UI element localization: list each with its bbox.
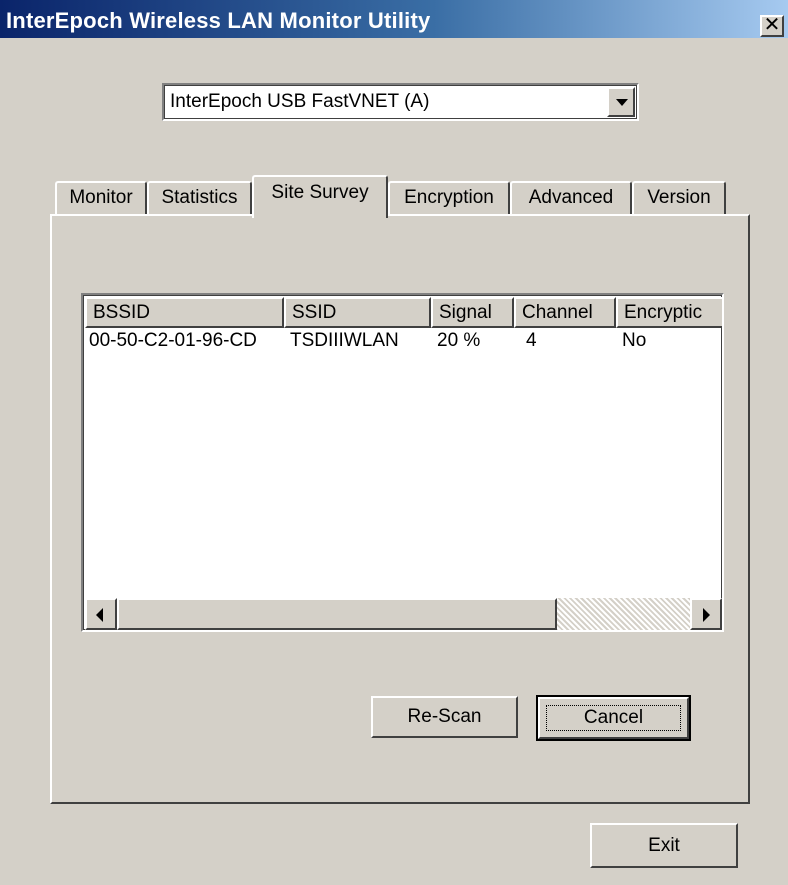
cell-channel: 4	[526, 330, 537, 351]
cancel-button[interactable]: Cancel	[536, 695, 691, 741]
cell-ssid: TSDIIIWLAN	[290, 330, 399, 351]
tab-label: Site Survey	[271, 182, 369, 203]
tab-label: Advanced	[528, 187, 614, 208]
table-row[interactable]: 00-50-C2-01-96-CD TSDIIIWLAN 20 % 4 No	[85, 330, 722, 356]
column-header-ssid[interactable]: SSID	[284, 297, 431, 328]
chevron-down-icon	[616, 99, 628, 106]
exit-button-label: Exit	[648, 834, 680, 856]
site-survey-list[interactable]: BSSID SSID Signal Channel Encryptic 00-5…	[81, 293, 724, 632]
tab-monitor[interactable]: Monitor	[55, 181, 147, 214]
adapter-dropdown-button[interactable]	[607, 87, 635, 117]
adapter-select-value: InterEpoch USB FastVNET (A)	[170, 91, 430, 112]
tab-label: Version	[647, 187, 711, 208]
rescan-button[interactable]: Re-Scan	[371, 696, 518, 738]
title-bar: InterEpoch Wireless LAN Monitor Utility …	[0, 0, 788, 38]
tab-site-survey[interactable]: Site Survey	[252, 175, 388, 218]
tab-statistics[interactable]: Statistics	[147, 181, 252, 214]
scroll-left-button[interactable]	[85, 598, 117, 630]
cancel-button-label: Cancel	[583, 707, 644, 728]
close-icon: ✕	[763, 14, 781, 36]
tab-advanced[interactable]: Advanced	[510, 181, 632, 214]
scrollbar-thumb[interactable]	[117, 598, 557, 630]
tab-label: Statistics	[161, 187, 238, 208]
cell-signal: 20 %	[437, 330, 481, 351]
cell-encryption: No	[622, 330, 647, 351]
scroll-right-button[interactable]	[690, 598, 722, 630]
adapter-select[interactable]: InterEpoch USB FastVNET (A)	[162, 83, 639, 121]
column-header-bssid[interactable]: BSSID	[85, 297, 284, 328]
tab-version[interactable]: Version	[632, 181, 726, 214]
tab-label: Monitor	[69, 187, 133, 208]
close-button[interactable]: ✕	[760, 14, 784, 37]
arrow-left-icon	[96, 608, 103, 622]
cell-bssid: 00-50-C2-01-96-CD	[89, 330, 257, 351]
tab-encryption[interactable]: Encryption	[388, 181, 510, 214]
column-header-encryption[interactable]: Encryptic	[616, 297, 722, 328]
list-header: BSSID SSID Signal Channel Encryptic	[85, 297, 722, 328]
horizontal-scrollbar[interactable]	[85, 598, 722, 630]
column-header-signal[interactable]: Signal	[431, 297, 514, 328]
tab-label: Encryption	[404, 187, 494, 208]
window-title: InterEpoch Wireless LAN Monitor Utility	[6, 8, 431, 33]
rescan-button-label: Re-Scan	[407, 706, 482, 727]
exit-button[interactable]: Exit	[590, 823, 738, 868]
column-header-channel[interactable]: Channel	[514, 297, 616, 328]
arrow-right-icon	[703, 608, 710, 622]
